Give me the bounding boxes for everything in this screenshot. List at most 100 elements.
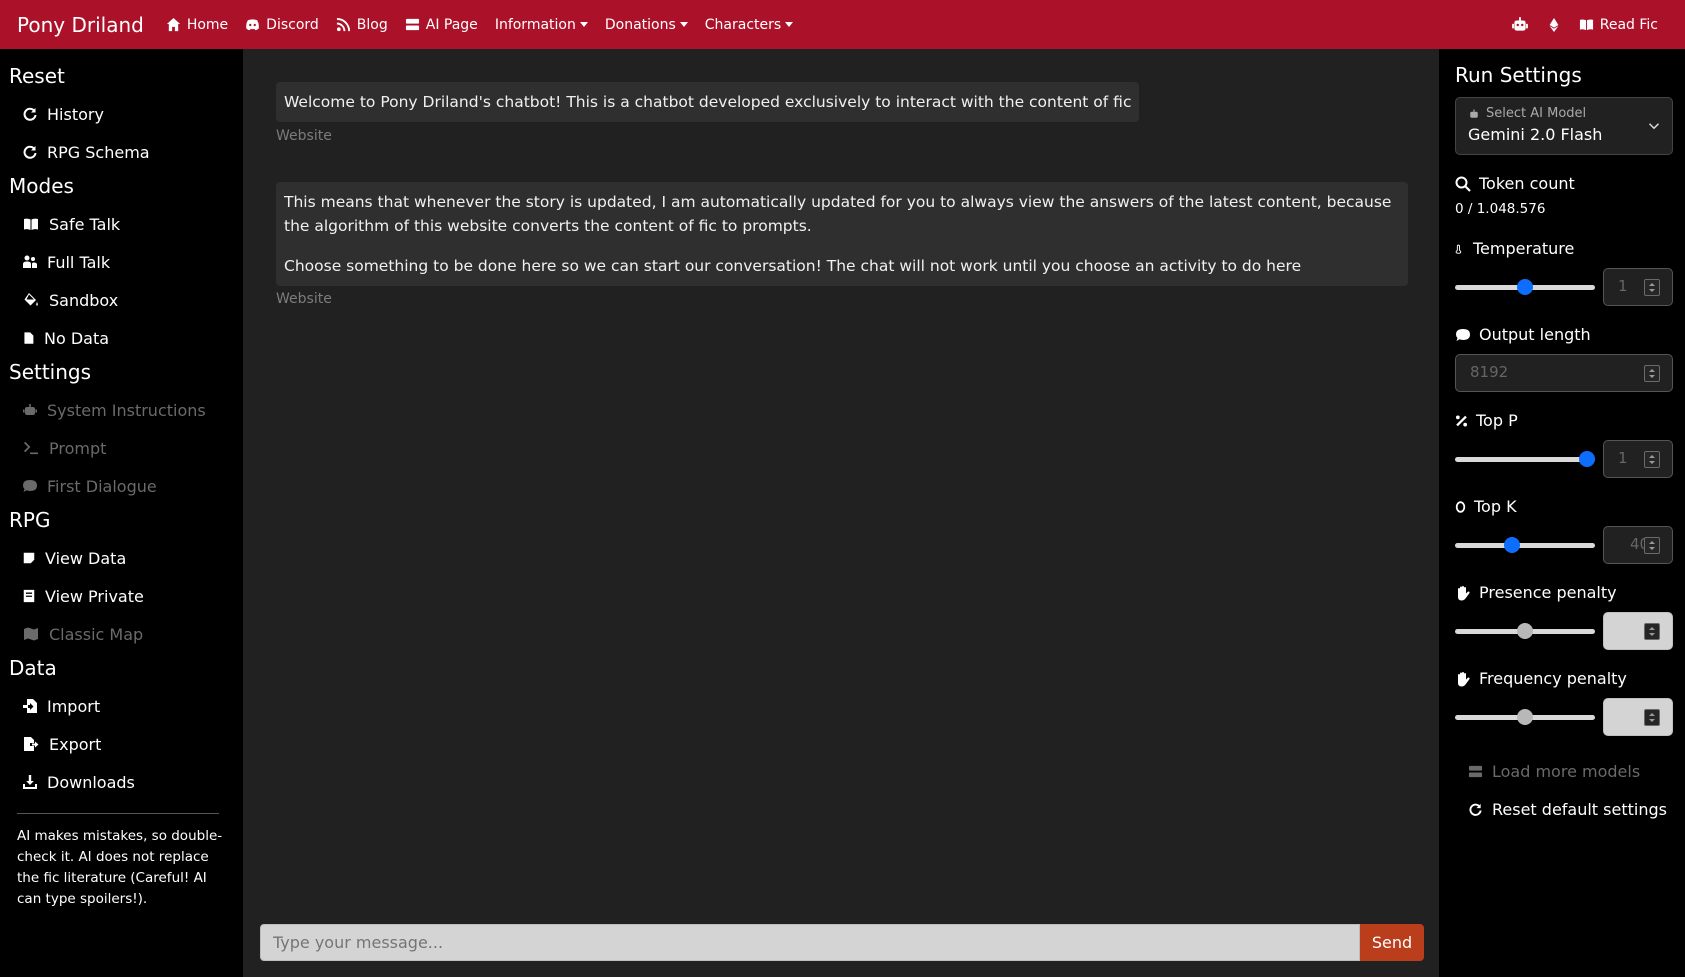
server-icon xyxy=(1468,765,1483,778)
token-count-label-text: Token count xyxy=(1479,174,1575,193)
left-sidebar: Reset History RPG Schema Modes Safe Talk… xyxy=(0,49,243,977)
spinner-arrows[interactable] xyxy=(1644,279,1660,296)
send-button[interactable]: Send xyxy=(1360,924,1424,961)
frequency-penalty-slider[interactable] xyxy=(1455,709,1595,725)
output-length-value: 8192 xyxy=(1470,363,1509,381)
sidebar-item-label: Export xyxy=(49,734,102,754)
journal-icon xyxy=(23,589,35,603)
sidebar-item-sandbox[interactable]: Sandbox xyxy=(0,281,243,319)
top-k-input[interactable]: 40 xyxy=(1603,526,1673,564)
top-p-slider[interactable] xyxy=(1455,451,1595,467)
spinner-arrows[interactable] xyxy=(1644,451,1660,468)
message-text: This means that whenever the story is up… xyxy=(284,193,1392,235)
nav-discord[interactable]: Discord xyxy=(245,17,319,33)
nav-donations-label: Donations xyxy=(604,16,676,33)
sidebar-item-history[interactable]: History xyxy=(0,95,243,133)
sidebar-item-view-data[interactable]: View Data xyxy=(0,539,243,577)
nav-ai-page[interactable]: AI Page xyxy=(405,17,478,33)
sidebar-item-label: Downloads xyxy=(47,772,135,792)
home-icon xyxy=(166,17,180,32)
nav-blog[interactable]: Blog xyxy=(336,17,388,33)
sidebar-item-label: First Dialogue xyxy=(47,476,157,496)
slider-track xyxy=(1455,543,1595,548)
nav-home[interactable]: Home xyxy=(166,17,228,33)
section-title-rpg: RPG xyxy=(9,508,51,532)
top-p-value: 1 xyxy=(1618,449,1628,467)
presence-penalty-input[interactable] xyxy=(1603,612,1673,650)
sidebar-item-system-instructions: System Instructions xyxy=(0,391,243,429)
temperature-input[interactable]: 1 xyxy=(1603,268,1673,306)
top-k-label: Top K xyxy=(1455,497,1517,516)
spinner-arrows[interactable] xyxy=(1644,537,1660,554)
nav-read-fic[interactable]: Read Fic xyxy=(1579,17,1658,33)
frequency-penalty-input[interactable] xyxy=(1603,698,1673,736)
sidebar-item-no-data[interactable]: No Data xyxy=(0,319,243,357)
sidebar-item-downloads[interactable]: Downloads xyxy=(0,763,243,801)
robot-icon xyxy=(1470,109,1478,118)
sidebar-item-label: View Data xyxy=(45,548,127,568)
sidebar-item-export[interactable]: Export xyxy=(0,725,243,763)
robot-icon xyxy=(23,404,37,415)
sidebar-item-label: Prompt xyxy=(49,438,107,458)
presence-penalty-label-text: Presence penalty xyxy=(1479,583,1617,602)
percent-icon xyxy=(1455,414,1468,427)
brand-link[interactable]: Pony Driland xyxy=(17,13,144,37)
sidebar-item-prompt: Prompt xyxy=(0,429,243,467)
output-length-input[interactable]: 8192 xyxy=(1455,354,1673,392)
frequency-penalty-label: Frequency penalty xyxy=(1455,669,1627,688)
sidebar-item-safe-talk[interactable]: Safe Talk xyxy=(0,205,243,243)
nav-robot-button[interactable] xyxy=(1511,16,1529,34)
chat-input-row: Send xyxy=(260,924,1424,961)
nav-ai-page-label: AI Page xyxy=(425,16,478,33)
message-input[interactable] xyxy=(260,924,1360,961)
slider-thumb[interactable] xyxy=(1517,623,1533,639)
sidebar-item-label: Sandbox xyxy=(49,290,119,310)
book-open-icon xyxy=(24,218,38,230)
spinner-arrows[interactable] xyxy=(1644,623,1660,640)
load-more-models-button: Load more models xyxy=(1468,762,1640,781)
sidebar-item-first-dialogue: First Dialogue xyxy=(0,467,243,505)
slider-thumb[interactable] xyxy=(1517,279,1533,295)
reset-default-settings-label: Reset default settings xyxy=(1492,800,1667,819)
sidebar-item-full-talk[interactable]: Full Talk xyxy=(0,243,243,281)
presence-penalty-label: Presence penalty xyxy=(1455,583,1617,602)
refresh-icon xyxy=(23,107,37,121)
sidebar-item-label: Safe Talk xyxy=(49,214,121,234)
nav-donations-dropdown[interactable]: Donations xyxy=(605,17,688,33)
slider-thumb[interactable] xyxy=(1517,709,1533,725)
download-icon xyxy=(23,775,37,789)
temperature-value: 1 xyxy=(1618,277,1628,295)
book-open-icon xyxy=(1579,19,1593,31)
run-settings-title: Run Settings xyxy=(1455,63,1582,87)
spinner-arrows[interactable] xyxy=(1644,365,1660,382)
temperature-label: Temperature xyxy=(1455,239,1574,258)
slider-thumb[interactable] xyxy=(1504,537,1521,553)
nav-information-dropdown[interactable]: Information xyxy=(495,17,588,33)
slider-thumb[interactable] xyxy=(1578,451,1595,467)
terminal-icon xyxy=(24,441,38,455)
ai-model-select[interactable]: Select AI Model Gemini 2.0 Flash xyxy=(1455,97,1673,155)
model-select-value: Gemini 2.0 Flash xyxy=(1468,125,1603,144)
message-text: Welcome to Pony Driland's chatbot! This … xyxy=(284,93,1132,111)
message-source: Website xyxy=(276,128,332,144)
load-more-models-label: Load more models xyxy=(1492,762,1641,781)
sidebar-item-label: View Private xyxy=(45,586,144,606)
spinner-arrows[interactable] xyxy=(1644,709,1660,726)
top-k-slider[interactable] xyxy=(1455,537,1595,553)
top-p-input[interactable]: 1 xyxy=(1603,440,1673,478)
model-select-label: Select AI Model xyxy=(1468,106,1586,121)
hand-icon xyxy=(1458,585,1470,600)
sidebar-item-classic-map: Classic Map xyxy=(0,615,243,653)
sidebar-divider xyxy=(17,813,219,814)
presence-penalty-slider[interactable] xyxy=(1455,623,1595,639)
sidebar-item-label: Import xyxy=(47,696,101,716)
reset-default-settings-button[interactable]: Reset default settings xyxy=(1468,800,1667,819)
sidebar-item-rpg-schema[interactable]: RPG Schema xyxy=(0,133,243,171)
temperature-slider[interactable] xyxy=(1455,279,1595,295)
nav-ethereum-button[interactable] xyxy=(1547,17,1561,33)
sidebar-item-label: Full Talk xyxy=(47,252,111,272)
nav-characters-dropdown[interactable]: Characters xyxy=(705,17,793,33)
sidebar-item-label: No Data xyxy=(44,328,110,348)
sidebar-item-import[interactable]: Import xyxy=(0,687,243,725)
sidebar-item-view-private[interactable]: View Private xyxy=(0,577,243,615)
